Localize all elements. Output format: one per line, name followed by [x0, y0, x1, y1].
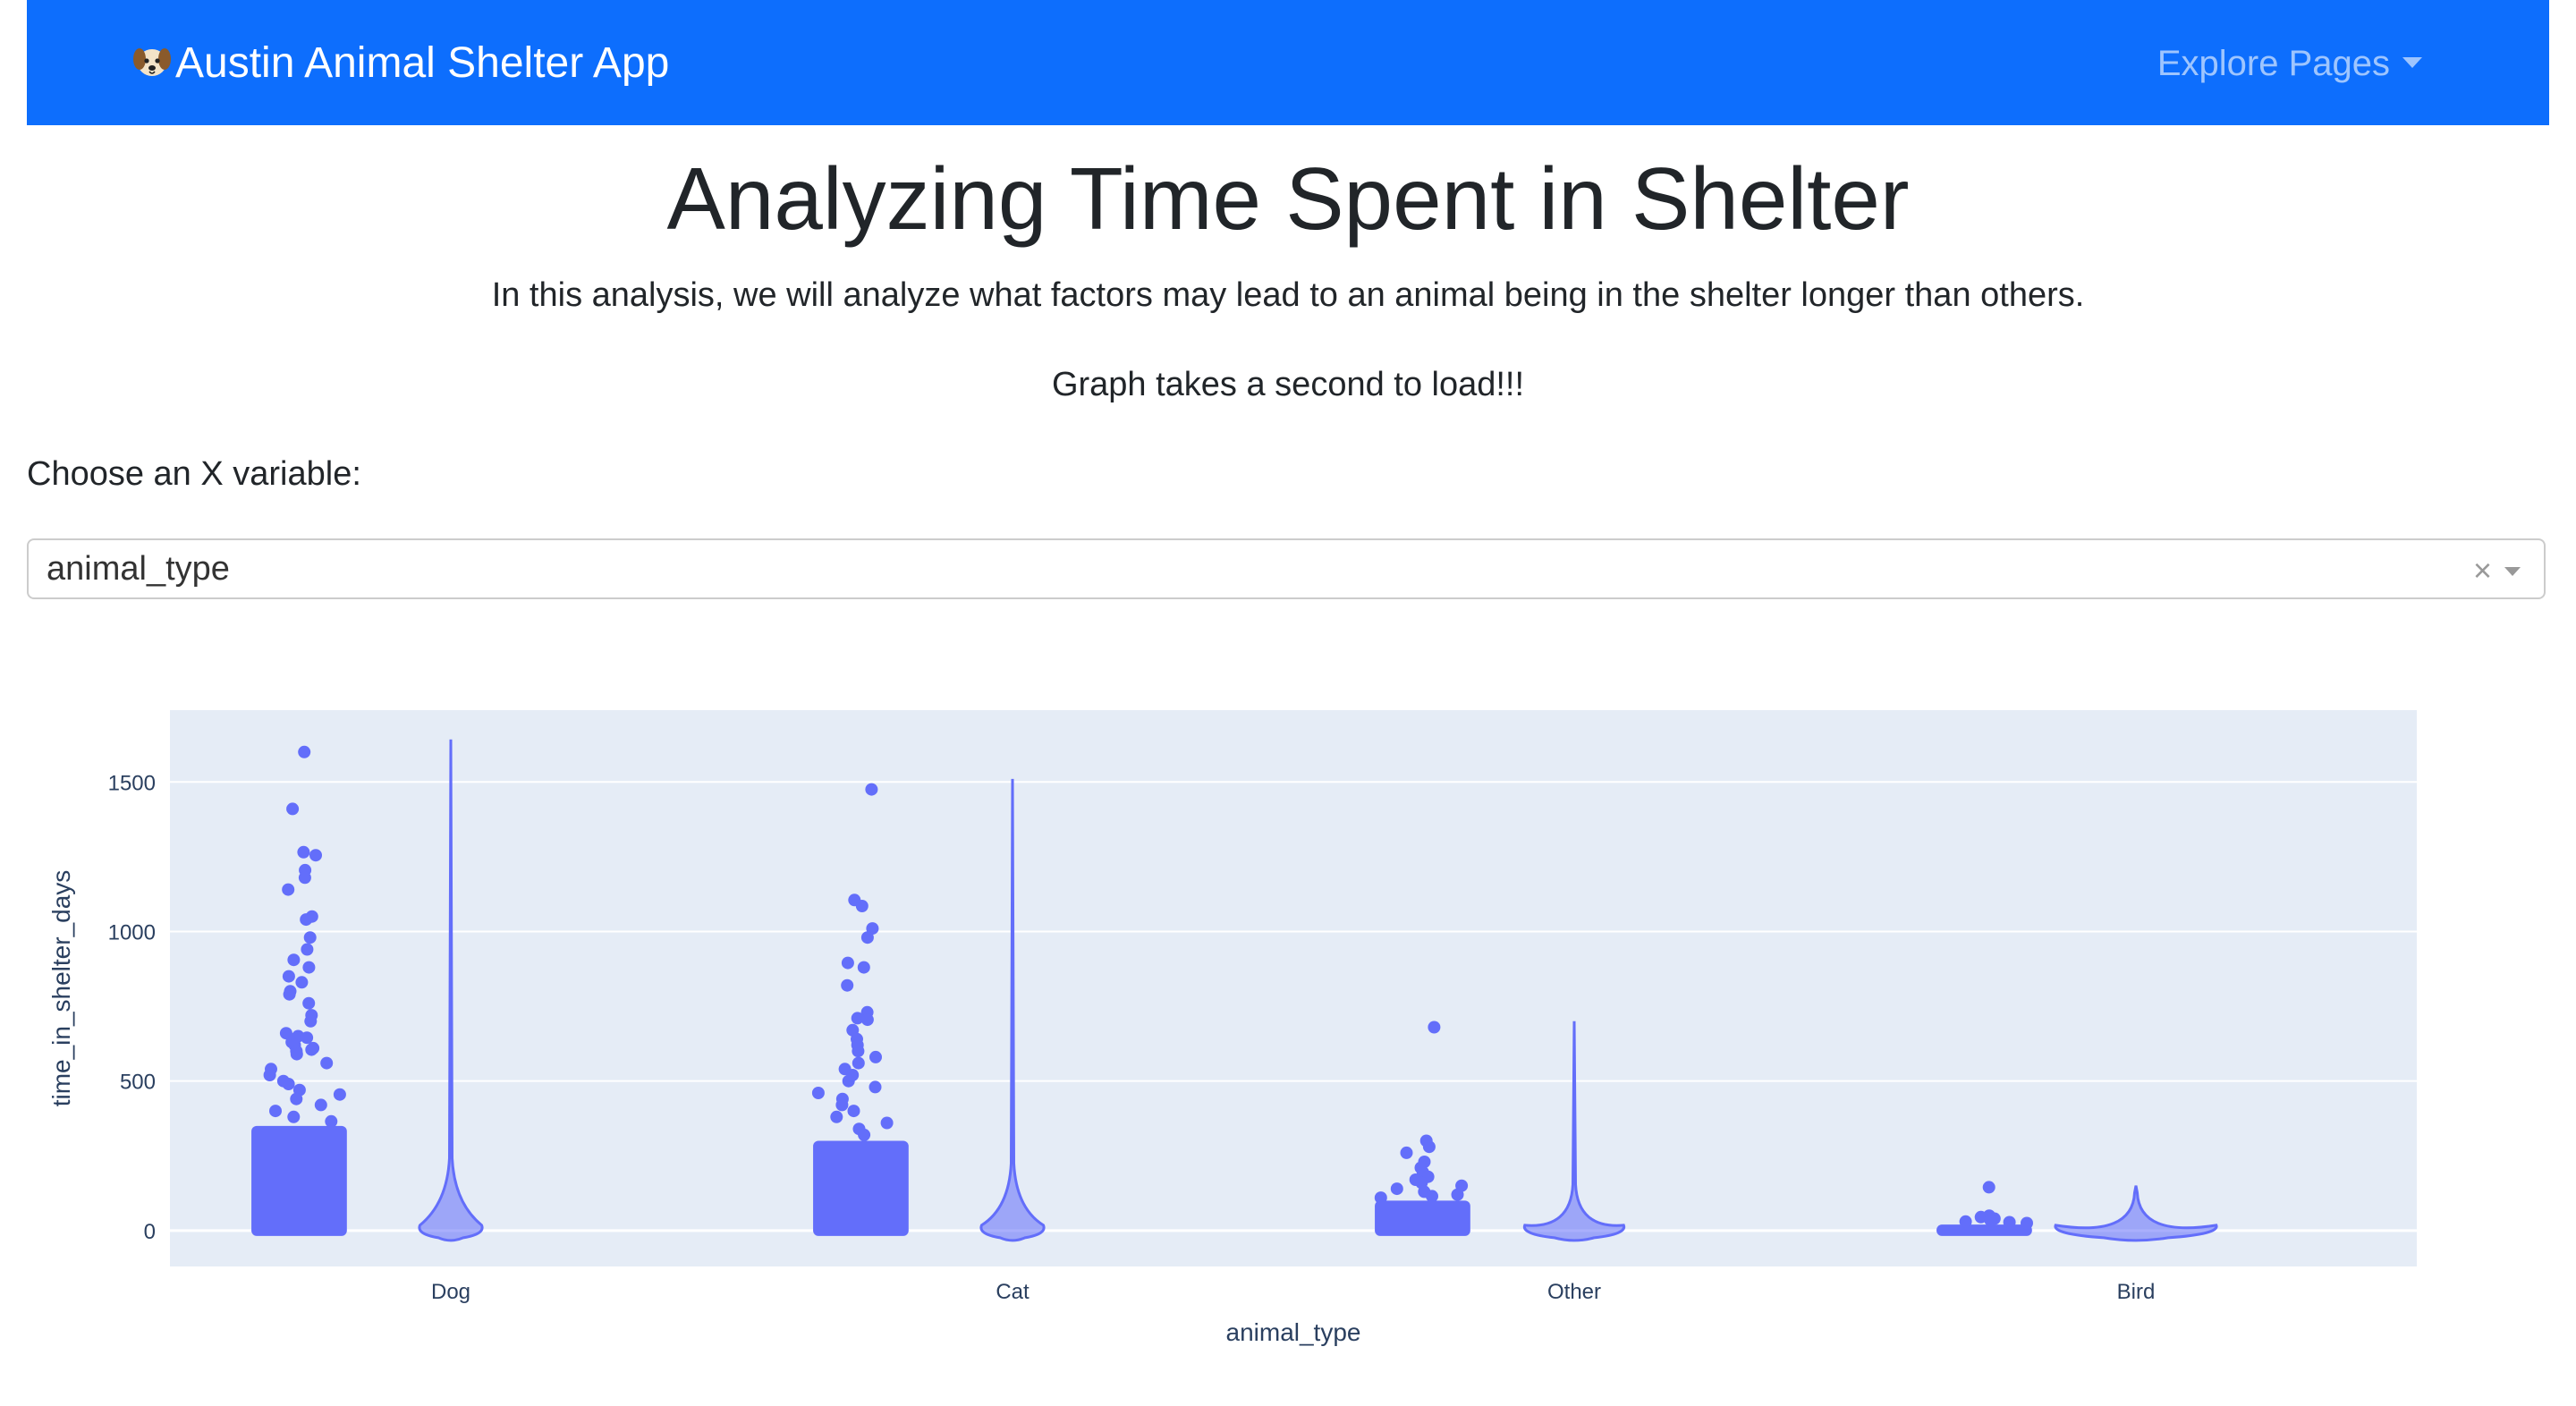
- data-point: [302, 996, 316, 1010]
- data-point: [282, 1078, 295, 1090]
- data-point: [1400, 1146, 1413, 1159]
- x-tick-label: Bird: [2117, 1280, 2156, 1304]
- data-point: [869, 1050, 882, 1063]
- y-tick-label: 1000: [108, 920, 156, 944]
- load-note: Graph takes a second to load!!!: [1051, 366, 1525, 403]
- brand-title: Austin Animal Shelter App: [175, 39, 670, 87]
- y-axis-title: time_in_shelter_days: [47, 870, 75, 1107]
- data-point: [1984, 1214, 1997, 1227]
- explore-pages-label: Explore Pages: [2157, 44, 2390, 83]
- data-point: [287, 1110, 301, 1123]
- data-point: [302, 961, 316, 974]
- x-axis-title: animal_type: [1226, 1318, 1361, 1346]
- data-point: [290, 1047, 303, 1061]
- y-tick-label: 1500: [108, 771, 156, 795]
- data-point: [857, 961, 870, 974]
- data-point: [830, 1110, 843, 1123]
- data-point: [1426, 1190, 1438, 1203]
- data-point: [298, 745, 311, 758]
- data-point: [855, 900, 869, 912]
- data-point: [333, 1088, 346, 1101]
- data-point: [287, 953, 301, 967]
- data-point: [301, 1031, 314, 1045]
- data-point: [286, 802, 300, 816]
- caret-down-icon: [2402, 57, 2422, 68]
- x-tick-label: Dog: [431, 1280, 470, 1304]
- data-point: [2021, 1216, 2033, 1230]
- data-point: [290, 1092, 303, 1105]
- data-point: [295, 976, 309, 989]
- data-point: [1422, 1140, 1436, 1154]
- plot-background: [170, 710, 2417, 1266]
- clear-icon[interactable]: ×: [2473, 540, 2492, 601]
- data-point: [1451, 1188, 1464, 1201]
- data-point: [300, 913, 313, 927]
- page-description: In this analysis, we will analyze what f…: [491, 276, 2085, 314]
- data-point: [2003, 1215, 2016, 1229]
- dog-face-icon: [132, 4, 175, 131]
- data-point: [860, 1013, 874, 1027]
- violin-chart: 050010001500Dog Cat Other Bird animal_type …: [47, 710, 2417, 1346]
- data-point: [1428, 1021, 1441, 1034]
- data-point: [869, 1080, 882, 1094]
- data-point: [309, 849, 322, 862]
- data-point: [860, 931, 874, 944]
- data-point: [1982, 1181, 1996, 1194]
- data-point: [325, 1114, 338, 1128]
- data-point: [269, 1105, 282, 1118]
- x-variable-value: animal_type: [47, 550, 230, 588]
- navbar: Austin Animal Shelter App Explore Pages: [27, 0, 2549, 125]
- data-point: [842, 1074, 855, 1088]
- points-dense-strip-bird: [1936, 1224, 2032, 1236]
- data-point: [835, 1098, 849, 1112]
- data-point: [282, 883, 295, 896]
- data-point: [303, 931, 317, 944]
- data-point: [282, 970, 295, 983]
- x-variable-label: Choose an X variable:: [27, 455, 361, 493]
- points-dense-strip-other: [1375, 1200, 1470, 1236]
- data-point: [865, 783, 878, 796]
- x-tick-label: Cat: [996, 1280, 1030, 1304]
- chevron-down-icon[interactable]: [2504, 567, 2521, 576]
- data-point: [301, 943, 314, 956]
- data-point: [304, 1014, 318, 1028]
- data-point: [852, 1056, 865, 1070]
- data-point: [847, 1105, 860, 1118]
- data-point: [1374, 1191, 1387, 1205]
- data-point: [1959, 1215, 1972, 1228]
- data-point: [880, 1116, 894, 1130]
- explore-pages-dropdown[interactable]: Explore Pages: [2157, 0, 2422, 125]
- y-tick-label: 0: [144, 1220, 156, 1244]
- data-point: [298, 871, 311, 885]
- navbar-brand[interactable]: Austin Animal Shelter App: [132, 0, 669, 125]
- data-point: [283, 987, 296, 1001]
- data-point: [297, 845, 310, 859]
- y-tick-label: 500: [120, 1071, 156, 1095]
- data-point: [841, 956, 854, 970]
- data-point: [841, 978, 854, 992]
- points-dense-strip-dog: [251, 1125, 347, 1236]
- data-point: [320, 1056, 334, 1070]
- data-point: [263, 1069, 276, 1081]
- points-dense-strip-cat: [813, 1140, 909, 1236]
- data-point: [811, 1087, 825, 1099]
- data-point: [1390, 1182, 1403, 1196]
- data-point: [852, 1045, 865, 1058]
- data-point: [858, 1128, 871, 1141]
- x-variable-dropdown[interactable]: animal_type ×: [27, 538, 2546, 599]
- x-tick-label: Other: [1547, 1280, 1601, 1304]
- data-point: [314, 1098, 327, 1112]
- data-point: [305, 1043, 318, 1056]
- page-title: Analyzing Time Spent in Shelter: [666, 149, 1910, 248]
